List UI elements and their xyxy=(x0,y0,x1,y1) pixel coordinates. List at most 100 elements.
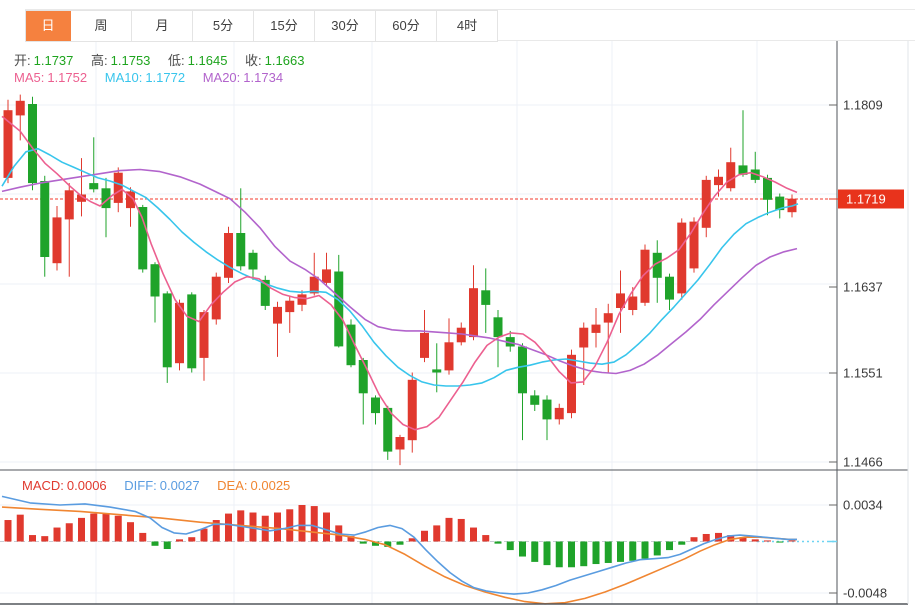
candle[interactable] xyxy=(407,379,417,441)
candle[interactable] xyxy=(603,313,613,323)
candle[interactable] xyxy=(358,360,368,394)
candle[interactable] xyxy=(395,437,405,450)
candle[interactable] xyxy=(714,176,723,186)
macd-bar[interactable] xyxy=(678,541,686,545)
macd-bar[interactable] xyxy=(102,513,110,542)
macd-bar[interactable] xyxy=(41,536,49,542)
candle[interactable] xyxy=(420,332,429,358)
macd-bar[interactable] xyxy=(78,517,85,542)
candle[interactable] xyxy=(530,395,540,405)
tab-5min[interactable]: 5分 xyxy=(193,11,254,41)
candle[interactable] xyxy=(469,288,478,338)
candle[interactable] xyxy=(15,100,25,116)
macd-bar[interactable] xyxy=(519,541,526,557)
macd-bar[interactable] xyxy=(641,541,649,559)
macd-bar[interactable] xyxy=(225,513,232,542)
candle[interactable] xyxy=(150,264,160,297)
tab-60min[interactable]: 60分 xyxy=(376,11,437,41)
macd-bar[interactable] xyxy=(139,532,147,542)
macd-bar[interactable] xyxy=(200,528,208,542)
candle[interactable] xyxy=(371,397,380,414)
macd-bar[interactable] xyxy=(274,512,281,542)
tab-daily[interactable]: 日 xyxy=(26,11,71,41)
macd-bar[interactable] xyxy=(604,541,612,563)
candle[interactable] xyxy=(493,317,503,338)
candle[interactable] xyxy=(89,183,99,190)
macd-bar[interactable] xyxy=(163,541,171,550)
macd-bar[interactable] xyxy=(617,541,624,562)
chart-canvas[interactable]: 1.1809 1.1637 1.1551 1.1466 0.0034 -0.0048 1.1… xyxy=(0,0,915,609)
macd-bar[interactable] xyxy=(65,523,73,542)
macd-bar[interactable] xyxy=(788,540,796,542)
macd-bar[interactable] xyxy=(151,541,159,546)
candle[interactable] xyxy=(64,190,74,220)
macd-bar[interactable] xyxy=(506,541,514,551)
macd-bar[interactable] xyxy=(457,518,465,542)
macd-bar[interactable] xyxy=(359,541,367,544)
candle[interactable] xyxy=(579,327,589,348)
candle[interactable] xyxy=(273,306,282,324)
macd-bar[interactable] xyxy=(445,517,453,542)
candle[interactable] xyxy=(665,276,674,300)
macd-bar[interactable] xyxy=(751,539,759,542)
tab-30min[interactable]: 30分 xyxy=(315,11,376,41)
macd-bar[interactable] xyxy=(629,541,637,561)
macd-bar[interactable] xyxy=(298,505,306,542)
candle[interactable] xyxy=(628,296,638,311)
candle[interactable] xyxy=(432,369,442,373)
candle[interactable] xyxy=(322,269,331,283)
candle[interactable] xyxy=(285,300,295,313)
candle[interactable] xyxy=(334,271,344,347)
macd-bar[interactable] xyxy=(580,541,588,567)
candle[interactable] xyxy=(113,172,123,203)
tab-4hour[interactable]: 4时 xyxy=(437,11,498,41)
candle[interactable] xyxy=(542,399,552,420)
candle[interactable] xyxy=(726,162,736,189)
candle[interactable] xyxy=(175,302,184,364)
macd-bar[interactable] xyxy=(764,540,771,542)
macd-bar[interactable] xyxy=(433,525,441,542)
candle[interactable] xyxy=(40,181,50,257)
macd-bar[interactable] xyxy=(16,514,24,542)
candle[interactable] xyxy=(554,407,564,420)
candle[interactable] xyxy=(211,276,221,320)
candle[interactable] xyxy=(224,233,233,278)
macd-bar[interactable] xyxy=(114,515,122,542)
macd-bar[interactable] xyxy=(176,539,183,542)
macd-bar[interactable] xyxy=(396,541,404,545)
macd-bar[interactable] xyxy=(482,535,490,542)
macd-bar[interactable] xyxy=(90,513,98,542)
candle[interactable] xyxy=(162,293,172,368)
macd-bar[interactable] xyxy=(494,541,502,544)
candle[interactable] xyxy=(248,252,258,270)
candle[interactable] xyxy=(591,324,601,333)
candle[interactable] xyxy=(236,233,246,267)
tab-weekly[interactable]: 周 xyxy=(71,11,132,41)
candle[interactable] xyxy=(187,294,197,369)
macd-bar[interactable] xyxy=(702,533,710,542)
macd-bar[interactable] xyxy=(261,515,269,542)
macd-bar[interactable] xyxy=(592,541,600,565)
macd-bar[interactable] xyxy=(666,541,673,551)
macd-bar[interactable] xyxy=(188,537,196,542)
macd-bar[interactable] xyxy=(53,527,61,542)
macd-bar[interactable] xyxy=(421,530,428,542)
candle[interactable] xyxy=(52,217,62,264)
macd-bar[interactable] xyxy=(127,522,134,542)
macd-bar[interactable] xyxy=(310,506,318,542)
macd-bar[interactable] xyxy=(323,512,330,542)
candle[interactable] xyxy=(383,407,393,452)
macd-bar[interactable] xyxy=(29,535,36,542)
macd-bar[interactable] xyxy=(470,527,477,542)
candle[interactable] xyxy=(518,346,527,394)
macd-bar[interactable] xyxy=(568,541,575,568)
tab-monthly[interactable]: 月 xyxy=(132,11,193,41)
candle[interactable] xyxy=(481,290,491,305)
candle[interactable] xyxy=(297,294,307,305)
macd-bar[interactable] xyxy=(555,541,563,568)
candle[interactable] xyxy=(763,177,772,200)
macd-bar[interactable] xyxy=(4,520,12,542)
candle[interactable] xyxy=(444,342,454,371)
macd-bar[interactable] xyxy=(776,541,784,543)
macd-bar[interactable] xyxy=(531,541,539,562)
